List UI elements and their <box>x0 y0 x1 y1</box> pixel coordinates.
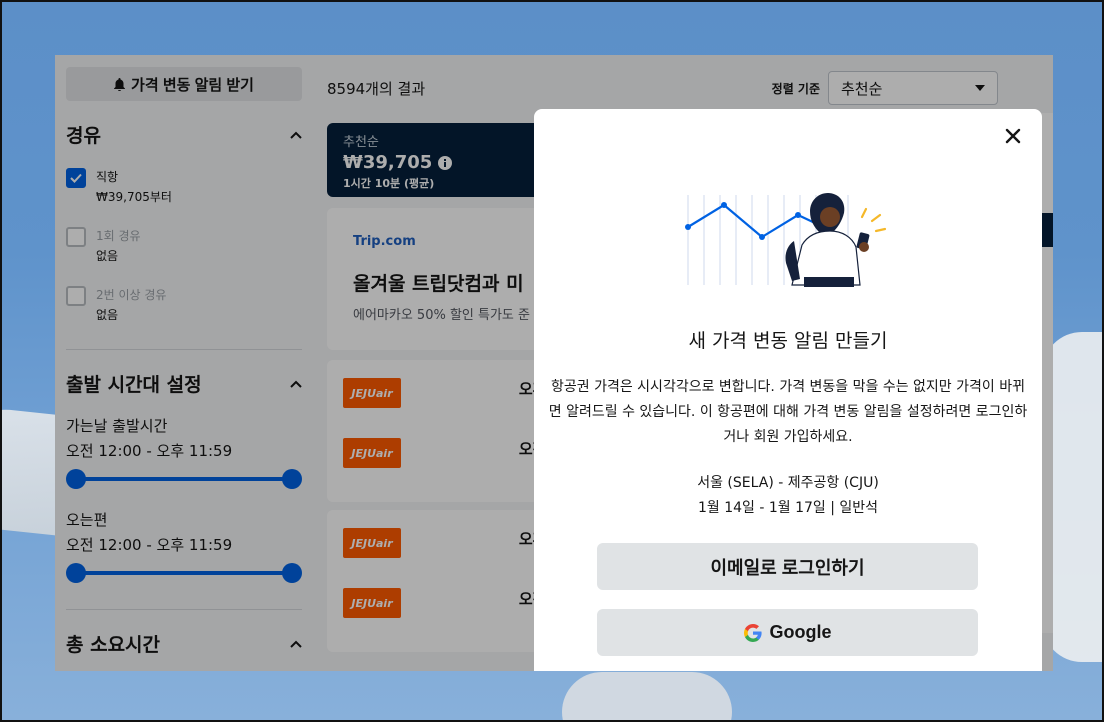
route-info: 서울 (SELA) - 제주공항 (CJU) <box>697 475 879 491</box>
email-login-button[interactable]: 이메일로 로그인하기 <box>597 543 978 590</box>
modal-title: 새 가격 변동 알림 만들기 <box>688 330 888 352</box>
price-chart-illustration <box>685 193 887 287</box>
google-login-label: Google <box>769 622 832 642</box>
google-login-button[interactable]: Google <box>597 609 978 656</box>
screen: 가격 변동 알림 받기 경유 직항 ₩39,705부터 1회 경유 없음 2번 … <box>0 0 1104 722</box>
background-plane-engine <box>562 672 732 720</box>
modal-description: 항공권 가격은 시시각각으로 변합니다. 가격 변동을 막을 수는 없지만 가격… <box>548 379 1028 445</box>
close-icon[interactable] <box>1004 127 1022 145</box>
price-alert-modal: 새 가격 변동 알림 만들기 항공권 가격은 시시각각으로 변합니다. 가격 변… <box>534 109 1042 671</box>
date-info: 1월 14일 - 1월 17일 | 일반석 <box>697 500 879 516</box>
email-login-label: 이메일로 로그인하기 <box>710 557 865 578</box>
google-icon <box>743 623 762 642</box>
